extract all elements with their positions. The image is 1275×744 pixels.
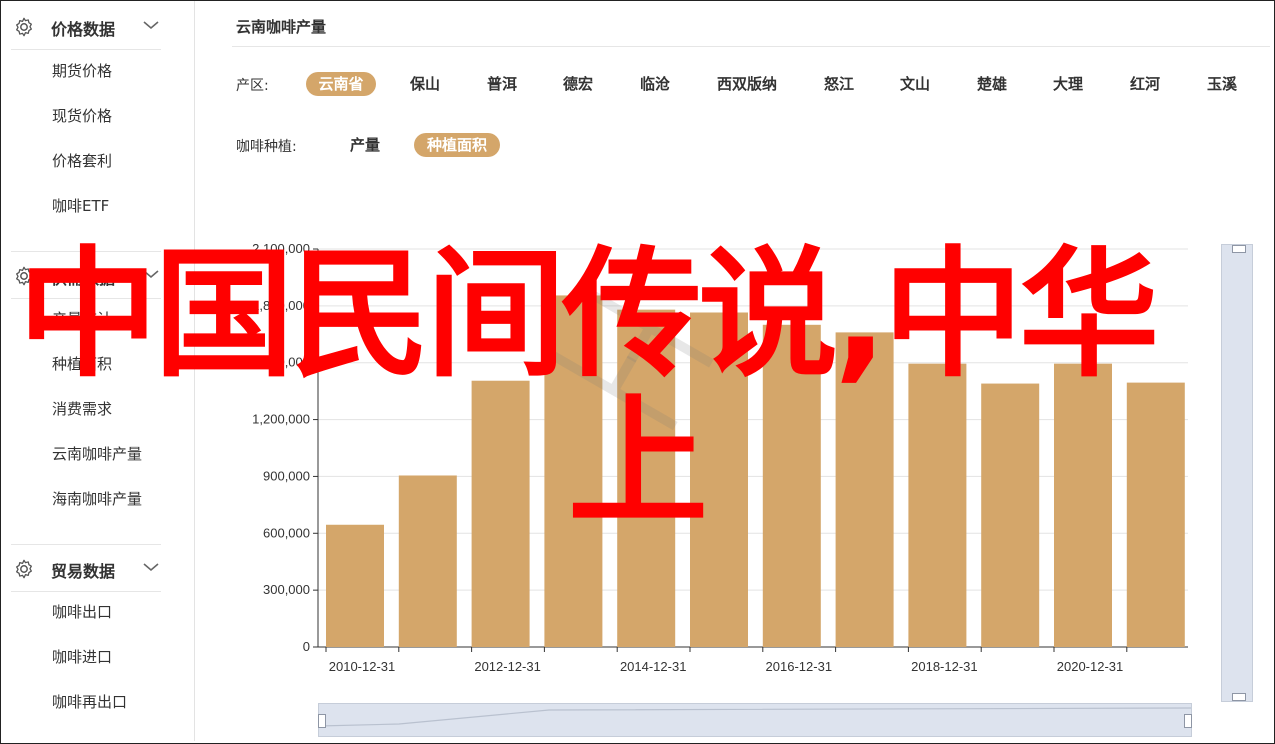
- bar[interactable]: [1126, 382, 1185, 647]
- bar[interactable]: [326, 524, 384, 647]
- region-chip[interactable]: 楚雄: [963, 72, 1021, 96]
- x-tick-label: 2010-12-31: [329, 659, 396, 674]
- sidebar-item-spot-price[interactable]: 现货价格: [52, 105, 112, 127]
- chevron-down-icon[interactable]: [142, 561, 160, 573]
- y-tick-label: 0: [303, 639, 310, 654]
- bar[interactable]: [398, 475, 457, 647]
- region-chip-yunnan[interactable]: 云南省: [306, 72, 376, 96]
- sidebar-item-reexport[interactable]: 咖啡再出口: [52, 691, 127, 713]
- slider-handle-right[interactable]: [1184, 714, 1192, 728]
- metric-chip-planting-area[interactable]: 种植面积: [414, 133, 500, 157]
- metric-chip-production[interactable]: 产量: [336, 133, 394, 157]
- horizontal-zoom-slider[interactable]: [318, 703, 1192, 737]
- region-chip[interactable]: 临沧: [626, 72, 684, 96]
- sidebar-item-futures-price[interactable]: 期货价格: [52, 60, 112, 82]
- region-chip[interactable]: 西双版纳: [707, 72, 787, 96]
- y-tick-label: 900,000: [263, 468, 310, 483]
- x-tick-label: 2012-12-31: [474, 659, 540, 674]
- vertical-zoom-slider[interactable]: [1221, 244, 1253, 702]
- metric-filter-label: 咖啡种植:: [236, 139, 297, 155]
- sidebar-group-price[interactable]: 价格数据: [11, 3, 161, 50]
- bar[interactable]: [1054, 363, 1112, 647]
- overlay-headline-2: 上: [568, 382, 709, 545]
- sidebar-item-arbitrage[interactable]: 价格套利: [52, 150, 112, 172]
- sidebar-item-yunnan-output[interactable]: 云南咖啡产量: [52, 443, 142, 465]
- y-tick-label: 300,000: [263, 582, 310, 597]
- gear-icon: [16, 17, 32, 37]
- y-tick-label: 1,200,000: [252, 412, 310, 427]
- x-tick-label: 2016-12-31: [766, 659, 833, 674]
- region-chip[interactable]: 保山: [396, 72, 454, 96]
- sidebar-item-import[interactable]: 咖啡进口: [52, 646, 112, 668]
- x-tick-label: 2018-12-31: [911, 659, 978, 674]
- region-chip[interactable]: 文山: [886, 72, 944, 96]
- region-chip[interactable]: 大理: [1039, 72, 1097, 96]
- region-chip[interactable]: 玉溪: [1193, 72, 1251, 96]
- divider: [232, 46, 1270, 47]
- sidebar-group-title: 贸易数据: [51, 562, 116, 581]
- bar[interactable]: [471, 380, 530, 647]
- bar[interactable]: [908, 363, 967, 647]
- region-chip[interactable]: 普洱: [473, 72, 531, 96]
- slider-handle-left[interactable]: [318, 714, 326, 728]
- region-chip[interactable]: 怒江: [810, 72, 868, 96]
- sidebar-group-trade[interactable]: 贸易数据: [11, 544, 161, 592]
- sidebar-item-consumption[interactable]: 消费需求: [52, 398, 112, 420]
- region-chip[interactable]: 红河: [1116, 72, 1174, 96]
- overlay-headline: 中国民间传说,中华: [18, 234, 1159, 397]
- y-tick-label: 600,000: [263, 525, 310, 540]
- sidebar-item-export[interactable]: 咖啡出口: [52, 601, 112, 623]
- sidebar-item-coffee-etf[interactable]: 咖啡ETF: [52, 195, 109, 217]
- slider-handle-bottom[interactable]: [1232, 693, 1246, 701]
- bar[interactable]: [981, 383, 1040, 647]
- slider-preview-icon: [319, 707, 1191, 727]
- page-title: 云南咖啡产量: [236, 18, 327, 36]
- region-chip[interactable]: 德宏: [549, 72, 607, 96]
- gear-icon: [16, 559, 32, 579]
- x-tick-label: 2020-12-31: [1057, 659, 1124, 674]
- chevron-down-icon[interactable]: [142, 19, 160, 31]
- x-tick-label: 2014-12-31: [620, 659, 687, 674]
- sidebar-item-hainan-output[interactable]: 海南咖啡产量: [52, 488, 142, 510]
- region-filter-label: 产区:: [236, 78, 269, 94]
- slider-handle-top[interactable]: [1232, 245, 1246, 253]
- sidebar-group-title: 价格数据: [51, 20, 116, 39]
